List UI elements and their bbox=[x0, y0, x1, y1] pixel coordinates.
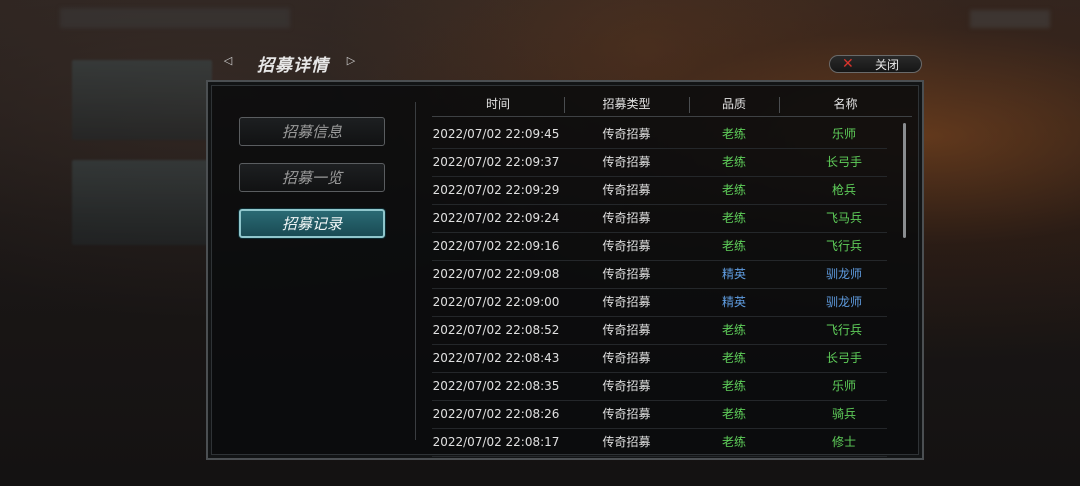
background-card bbox=[72, 160, 212, 245]
table-row: 2022/07/02 22:09:29 传奇招募 老练 枪兵 bbox=[432, 177, 887, 205]
record-quality: 老练 bbox=[721, 211, 746, 225]
table-row: 2022/07/02 22:08:26 传奇招募 老练 骑兵 bbox=[432, 401, 887, 429]
record-name: 乐师 bbox=[831, 127, 856, 141]
record-name: 乐师 bbox=[831, 379, 856, 393]
background-topright bbox=[970, 10, 1050, 28]
record-quality: 精英 bbox=[721, 295, 746, 309]
record-time: 2022/07/02 22:09:45 bbox=[432, 127, 560, 141]
record-type: 传奇招募 bbox=[602, 379, 651, 393]
background-card bbox=[72, 60, 212, 140]
column-header-quality: 品质 bbox=[721, 97, 746, 111]
table-row: 2022/07/02 22:09:37 传奇招募 老练 长弓手 bbox=[432, 149, 887, 177]
table-row: 2022/07/02 22:09:08 传奇招募 精英 驯龙师 bbox=[432, 261, 887, 289]
close-icon: ✕ bbox=[842, 56, 854, 72]
record-time: 2022/07/02 22:09:29 bbox=[432, 183, 560, 197]
record-name: 飞行兵 bbox=[825, 239, 862, 253]
record-type: 传奇招募 bbox=[602, 239, 651, 253]
record-time: 2022/07/02 22:08:17 bbox=[432, 435, 560, 449]
nav-next-icon[interactable]: ▷ bbox=[345, 55, 357, 67]
record-name: 驯龙师 bbox=[825, 295, 862, 309]
column-header-type: 招募类型 bbox=[602, 97, 651, 111]
record-quality: 老练 bbox=[721, 435, 746, 449]
record-quality: 精英 bbox=[721, 267, 746, 281]
record-quality: 老练 bbox=[721, 407, 746, 421]
record-quality: 老练 bbox=[721, 351, 746, 365]
table-header: 时间 招募类型 品质 名称 bbox=[432, 92, 912, 117]
record-name: 驯龙师 bbox=[825, 267, 862, 281]
table-row: 2022/07/02 22:08:43 传奇招募 老练 长弓手 bbox=[432, 345, 887, 373]
record-name: 枪兵 bbox=[831, 183, 856, 197]
record-time: 2022/07/02 22:08:52 bbox=[432, 323, 560, 337]
table-row: 2022/07/02 22:08:52 传奇招募 老练 飞行兵 bbox=[432, 317, 887, 345]
close-button-label: 关闭 bbox=[875, 57, 900, 72]
record-name: 飞马兵 bbox=[825, 211, 862, 225]
record-time: 2022/07/02 22:08:26 bbox=[432, 407, 560, 421]
record-quality: 老练 bbox=[721, 239, 746, 253]
table-row: 2022/07/02 22:08:35 传奇招募 老练 乐师 bbox=[432, 373, 887, 401]
record-quality: 老练 bbox=[721, 183, 746, 197]
record-quality: 老练 bbox=[721, 379, 746, 393]
record-name: 修士 bbox=[831, 435, 856, 449]
record-type: 传奇招募 bbox=[602, 435, 651, 449]
records-list: 2022/07/02 22:09:45 传奇招募 老练 乐师 2022/07/02 22… bbox=[432, 121, 887, 457]
record-type: 传奇招募 bbox=[602, 351, 651, 365]
record-name: 长弓手 bbox=[825, 155, 862, 169]
record-time: 2022/07/02 22:09:37 bbox=[432, 155, 560, 169]
panel-divider bbox=[415, 102, 416, 440]
record-time: 2022/07/02 22:09:24 bbox=[432, 211, 560, 225]
record-quality: 老练 bbox=[721, 155, 746, 169]
record-type: 传奇招募 bbox=[602, 127, 651, 141]
record-type: 传奇招募 bbox=[602, 407, 651, 421]
record-name: 骑兵 bbox=[831, 407, 856, 421]
nav-prev-icon[interactable]: ◁ bbox=[222, 55, 234, 67]
record-time: 2022/07/02 22:08:35 bbox=[432, 379, 560, 393]
table-row: 2022/07/02 22:09:45 传奇招募 老练 乐师 bbox=[432, 121, 887, 149]
record-type: 传奇招募 bbox=[602, 323, 651, 337]
page-title: 招募详情 bbox=[257, 56, 329, 76]
scrollbar[interactable] bbox=[903, 123, 906, 238]
record-type: 传奇招募 bbox=[602, 267, 651, 281]
record-time: 2022/07/02 22:09:16 bbox=[432, 239, 560, 253]
record-name: 飞行兵 bbox=[825, 323, 862, 337]
background-topbar bbox=[60, 8, 290, 28]
table-row: 2022/07/02 22:08:17 传奇招募 老练 修士 bbox=[432, 429, 887, 457]
record-type: 传奇招募 bbox=[602, 155, 651, 169]
column-header-time: 时间 bbox=[485, 97, 510, 111]
table-row: 2022/07/02 22:09:00 传奇招募 精英 驯龙师 bbox=[432, 289, 887, 317]
record-quality: 老练 bbox=[721, 323, 746, 337]
tab-recruit-info[interactable]: 招募信息 bbox=[239, 117, 385, 146]
record-type: 传奇招募 bbox=[602, 183, 651, 197]
record-quality: 老练 bbox=[721, 127, 746, 141]
record-time: 2022/07/02 22:09:00 bbox=[432, 295, 560, 309]
record-type: 传奇招募 bbox=[602, 295, 651, 309]
tab-recruit-overview[interactable]: 招募一览 bbox=[239, 163, 385, 192]
record-name: 长弓手 bbox=[825, 351, 862, 365]
record-time: 2022/07/02 22:09:08 bbox=[432, 267, 560, 281]
tab-recruit-records[interactable]: 招募记录 bbox=[239, 209, 385, 238]
close-button[interactable]: ✕ 关闭 bbox=[829, 55, 922, 73]
table-row: 2022/07/02 22:09:24 传奇招募 老练 飞马兵 bbox=[432, 205, 887, 233]
record-time: 2022/07/02 22:08:43 bbox=[432, 351, 560, 365]
record-type: 传奇招募 bbox=[602, 211, 651, 225]
table-row: 2022/07/02 22:09:16 传奇招募 老练 飞行兵 bbox=[432, 233, 887, 261]
column-header-name: 名称 bbox=[833, 97, 858, 111]
